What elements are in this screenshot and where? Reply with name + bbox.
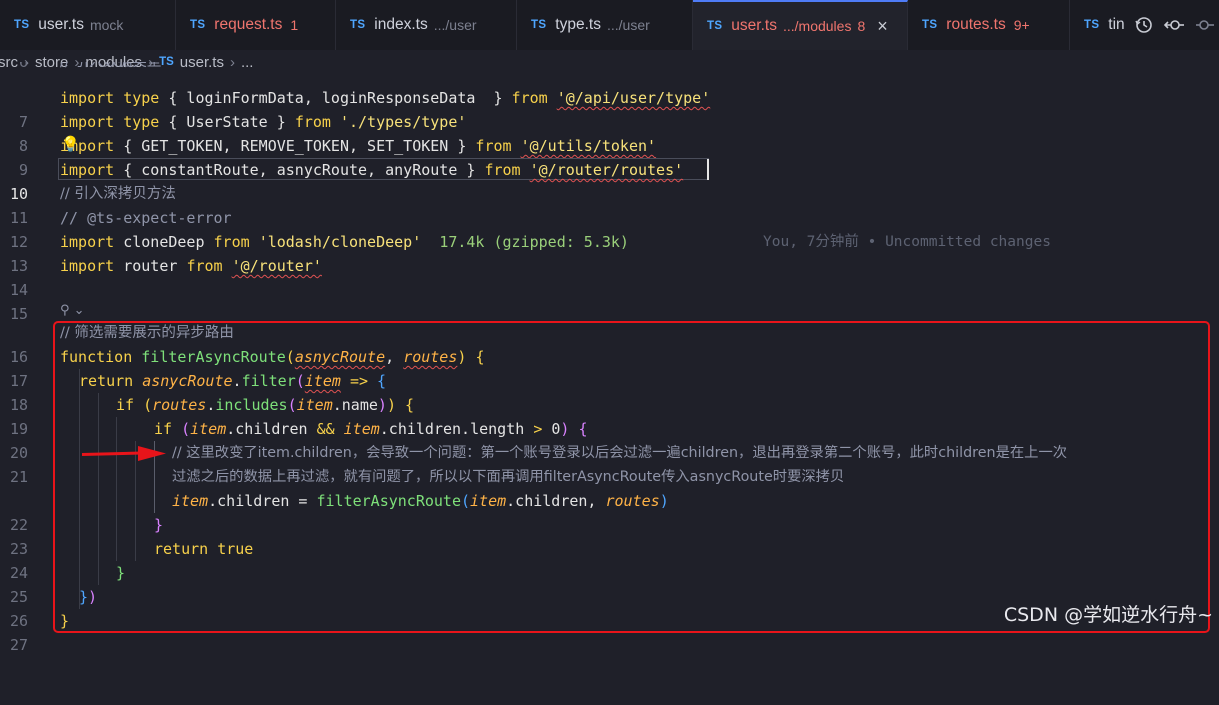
editor-actions	[1129, 0, 1219, 50]
close-icon[interactable]: ×	[877, 16, 888, 37]
code-line: 11 // 引入深拷贝方法	[0, 182, 1219, 227]
tab-type-ts[interactable]: TS type.ts .../user	[517, 0, 693, 50]
code-text: import router from '@/router'	[60, 257, 322, 275]
tab-routes-ts[interactable]: TS routes.ts 9+	[908, 0, 1070, 50]
problem-count-badge: 1	[290, 17, 299, 33]
code-line: 12 // @ts-expect-error	[0, 206, 1219, 251]
watermark: CSDN @学如逆水行舟~	[1003, 604, 1213, 626]
code-line: 15	[0, 278, 1219, 323]
code-line: 7 import type { loginFormData, loginResp…	[0, 86, 1219, 131]
code-line: 13 import cloneDeep from 'lodash/cloneDe…	[0, 230, 1219, 275]
tab-label: request.ts	[214, 16, 283, 33]
typescript-file-icon: TS	[531, 19, 547, 31]
tab-description: .../modules	[782, 18, 852, 34]
editor-tab-bar: TS user.ts mock TS request.ts 1 TS index…	[0, 0, 1219, 51]
typescript-file-icon: TS	[350, 19, 366, 31]
go-back-icon[interactable]	[1163, 15, 1185, 35]
tab-label: type.ts	[555, 16, 601, 33]
text-cursor	[707, 159, 709, 180]
code-comment: // 引入深拷贝方法	[60, 186, 176, 202]
go-forward-icon[interactable]	[1194, 15, 1215, 35]
annotation-arrow-icon	[82, 446, 166, 461]
timeline-history-icon[interactable]	[1134, 15, 1154, 35]
code-line: 6 // 引入数据类型	[0, 62, 1219, 74]
tab-label: user.ts	[38, 16, 84, 33]
problem-count-badge: 9+	[1013, 17, 1030, 33]
typescript-file-icon: TS	[190, 19, 206, 31]
code-text: import type { UserState } from './types/…	[60, 113, 467, 131]
code-comment: // @ts-expect-error	[60, 209, 232, 227]
import-cost-annotation: 17.4k (gzipped: 5.3k)	[439, 233, 629, 251]
code-comment: // 引入数据类型	[60, 62, 162, 70]
tab-index-ts[interactable]: TS index.ts .../user	[336, 0, 517, 50]
lightbulb-icon[interactable]: 💡	[61, 135, 80, 153]
tab-user-ts-mock[interactable]: TS user.ts mock	[0, 0, 176, 50]
code-line: 9 import { GET_TOKEN, REMOVE_TOKEN, SET_…	[0, 134, 1219, 179]
problem-count-badge: 8	[857, 18, 866, 34]
annotation-highlight-box	[53, 321, 1210, 633]
typescript-file-icon: TS	[14, 19, 30, 31]
codelens-chevron-down-icon[interactable]: ⚲ ⌄	[60, 300, 85, 322]
code-text: import { constantRoute, asnycRoute, anyR…	[60, 161, 684, 179]
code-line: 8 import type { UserState } from './type…	[0, 110, 1219, 155]
tab-label: routes.ts	[946, 16, 1006, 33]
code-text: import { GET_TOKEN, REMOVE_TOKEN, SET_TO…	[60, 137, 657, 155]
code-line-current: 10 import { constantRoute, asnycRoute, a…	[0, 158, 1219, 250]
tab-label: index.ts	[374, 16, 428, 33]
tab-label: user.ts	[731, 17, 777, 34]
typescript-file-icon: TS	[1084, 19, 1100, 31]
tab-description: .../user	[606, 17, 650, 33]
tab-user-ts-modules[interactable]: TS user.ts .../modules 8 ×	[693, 0, 908, 50]
line-number: 6	[18, 62, 28, 71]
code-text: import type { loginFormData, loginRespon…	[60, 89, 711, 107]
typescript-file-icon: TS	[707, 20, 723, 32]
line-number: 27	[9, 636, 28, 654]
tab-description: mock	[89, 17, 124, 33]
typescript-file-icon: TS	[922, 19, 938, 31]
code-text: import cloneDeep from 'lodash/cloneDeep'…	[60, 233, 629, 251]
tab-request-ts[interactable]: TS request.ts 1	[176, 0, 336, 50]
tab-label: tin	[1108, 16, 1125, 33]
tab-description: .../user	[433, 17, 477, 33]
code-line: 14 import router from '@/router'	[0, 254, 1219, 299]
